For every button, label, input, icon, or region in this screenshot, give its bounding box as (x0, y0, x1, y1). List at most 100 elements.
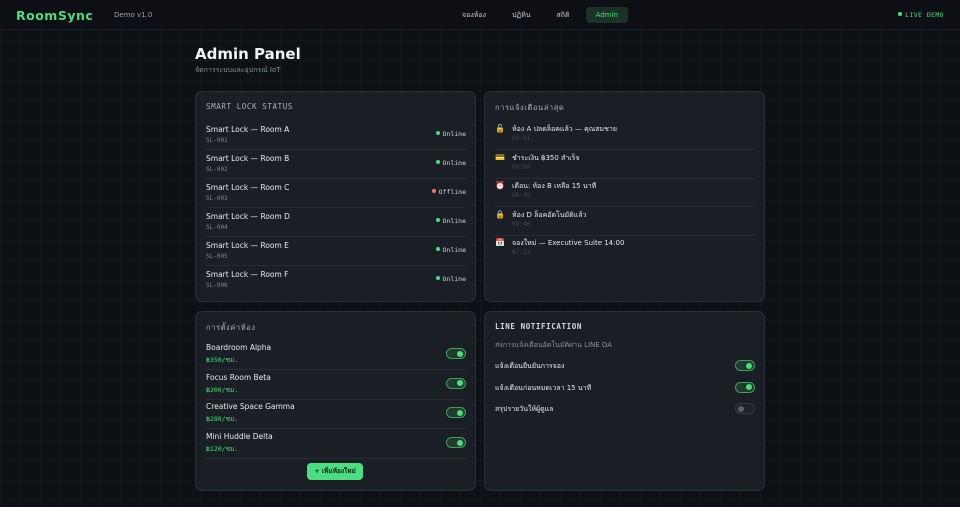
line-setting-row: แจ้งเตือนยืนยันการจอง (495, 358, 755, 378)
line-description: ส่งการแจ้งเตือนอัตโนมัติผ่าน LINE OA (495, 341, 613, 349)
lock-status-text: Online (442, 217, 466, 225)
room-setting-row: Focus Room Beta ฿200/ชม. (206, 370, 466, 400)
lock-row: Smart Lock — Room D SL-004 Online (206, 208, 466, 237)
room-settings-title: การตั้งค่าห้อง (206, 323, 256, 332)
line-setting-label: สรุปรายวันให้ผู้ดูแล (495, 405, 554, 413)
lock-status-badge: Online (435, 275, 466, 283)
line-setting-label: แจ้งเตือนยืนยันการจอง (495, 362, 565, 370)
main-nav: จองห้อง ปฏิทิน สถิติ Admin (452, 7, 628, 23)
toggle-knob (746, 384, 752, 390)
status-dot-icon (431, 189, 436, 193)
lock-id: SL-005 (206, 253, 228, 260)
live-demo-badge: LIVE DEMO (898, 11, 944, 19)
smart-lock-title: SMART LOCK STATUS (206, 102, 293, 111)
lock-id: SL-006 (206, 282, 228, 289)
toggle-knob (457, 409, 463, 416)
room-enabled-toggle[interactable] (446, 348, 466, 359)
line-notification-title: LINE NOTIFICATION (495, 322, 582, 331)
lock-row: Smart Lock — Room C SL-003 Offline (206, 179, 466, 208)
notification-time: 07:33 (512, 249, 531, 256)
lock-status-text: Offline (438, 188, 466, 196)
lock-status-text: Online (442, 130, 466, 138)
alarm-clock-icon: ⏰ (495, 181, 505, 190)
room-enabled-toggle[interactable] (446, 437, 466, 449)
notification-row: 🔒 ห้อง D ล็อคอัตโนมัติแล้ว 08:40 (495, 207, 755, 236)
line-setting-row: สรุปรายวันให้ผู้ดูแล (495, 401, 755, 421)
line-setting-toggle[interactable] (735, 403, 755, 414)
notification-row: 🔓 ห้อง A ปลดล็อคแล้ว — คุณสมชาย 09:01 (495, 121, 755, 150)
app-logo[interactable]: RoomSync (16, 8, 93, 23)
lock-status-text: Online (442, 159, 466, 167)
room-name: Focus Room Beta (206, 372, 271, 382)
smart-lock-card: SMART LOCK STATUS Smart Lock — Room A SL-… (195, 91, 476, 302)
lock-status-badge: Online (435, 159, 466, 167)
notification-row: ⏰ เตือน: ห้อง B เหลือ 15 นาที 08:45 (495, 178, 755, 207)
toggle-knob (457, 380, 463, 387)
unlock-icon: 🔓 (495, 124, 505, 133)
page-title: Admin Panel (195, 45, 301, 63)
notification-row: 📅 จองใหม่ — Executive Suite 14:00 07:33 (495, 235, 755, 264)
lock-id: SL-001 (206, 137, 228, 144)
notification-time: 09:01 (512, 135, 531, 142)
lock-status-text: Online (442, 275, 466, 283)
room-price: ฿350/ชม. (206, 356, 239, 364)
line-setting-toggle[interactable] (735, 381, 755, 393)
lock-status-badge: Offline (431, 188, 466, 196)
notification-text: จองใหม่ — Executive Suite 14:00 (512, 239, 625, 247)
line-setting-row: แจ้งเตือนก่อนหมดเวลา 15 นาที (495, 380, 755, 400)
lock-name: Smart Lock — Room F (206, 270, 289, 279)
room-price: ฿280/ชม. (206, 415, 239, 424)
notification-text: ชำระเงิน ฿350 สำเร็จ (512, 153, 580, 162)
lock-name: Smart Lock — Room E (206, 241, 289, 250)
toggle-knob (746, 362, 752, 369)
nav-booking[interactable]: จองห้อง (452, 7, 496, 23)
notification-time: 08:45 (512, 192, 531, 199)
lock-status-badge: Online (435, 217, 466, 225)
notifications-title: การแจ้งเตือนล่าสุด (495, 103, 565, 112)
line-setting-toggle[interactable] (735, 360, 755, 371)
notification-row: 💳 ชำระเงิน ฿350 สำเร็จ 09:00 (495, 150, 755, 179)
lock-name: Smart Lock — Room B (206, 154, 290, 163)
status-dot-icon (435, 276, 440, 280)
line-notification-card: LINE NOTIFICATION ส่งการแจ้งเตือนอัตโนมั… (484, 311, 765, 491)
top-bar: RoomSync Demo v1.0 จองห้อง ปฏิทิน สถิติ … (0, 0, 960, 30)
calendar-icon: 📅 (495, 238, 505, 247)
nav-calendar[interactable]: ปฏิทิน (502, 7, 541, 23)
lock-id: SL-003 (206, 195, 228, 202)
line-setting-label: แจ้งเตือนก่อนหมดเวลา 15 นาที (495, 383, 592, 392)
lock-id: SL-004 (206, 224, 228, 231)
nav-stats[interactable]: สถิติ (547, 7, 580, 23)
lock-row: Smart Lock — Room B SL-002 Online (206, 150, 466, 179)
lock-name: Smart Lock — Room D (206, 212, 290, 221)
live-dot-icon (898, 12, 903, 16)
room-setting-row: Mini Huddle Delta ฿120/ชม. (206, 429, 466, 460)
room-setting-row: Creative Space Gamma ฿280/ชม. (206, 399, 466, 430)
live-demo-label: LIVE DEMO (905, 11, 944, 19)
add-room-button[interactable]: + เพิ่มห้องใหม่ (307, 463, 363, 480)
version-label: Demo v1.0 (114, 11, 153, 19)
lock-status-text: Online (442, 246, 466, 254)
notifications-card: การแจ้งเตือนล่าสุด 🔓 ห้อง A ปลดล็อคแล้ว —… (484, 91, 765, 302)
status-dot-icon (435, 247, 440, 251)
nav-admin[interactable]: Admin (585, 7, 628, 23)
notification-text: ห้อง A ปลดล็อคแล้ว — คุณสมชาย (512, 125, 617, 133)
lock-row: Smart Lock — Room E SL-005 Online (206, 237, 466, 266)
room-name: Mini Huddle Delta (206, 432, 273, 442)
room-enabled-toggle[interactable] (446, 407, 466, 419)
room-name: Creative Space Gamma (206, 402, 295, 412)
notification-text: เตือน: ห้อง B เหลือ 15 นาที (512, 182, 597, 190)
toggle-knob (738, 405, 744, 412)
lock-row: Smart Lock — Room F SL-006 Online (206, 266, 466, 295)
room-setting-row: Boardroom Alpha ฿350/ชม. (206, 340, 466, 370)
lock-name: Smart Lock — Room A (206, 125, 290, 134)
status-dot-icon (435, 131, 440, 135)
lock-id: SL-002 (206, 166, 228, 173)
notification-text: ห้อง D ล็อคอัตโนมัติแล้ว (512, 210, 587, 219)
room-price: ฿200/ชม. (206, 385, 239, 394)
lock-row: Smart Lock — Room A SL-001 Online (206, 121, 466, 150)
page-subtitle: จัดการระบบและอุปกรณ์ IoT (195, 66, 281, 74)
notification-time: 08:40 (512, 220, 531, 228)
room-enabled-toggle[interactable] (446, 377, 466, 389)
room-name: Boardroom Alpha (206, 343, 272, 352)
toggle-knob (457, 439, 463, 446)
